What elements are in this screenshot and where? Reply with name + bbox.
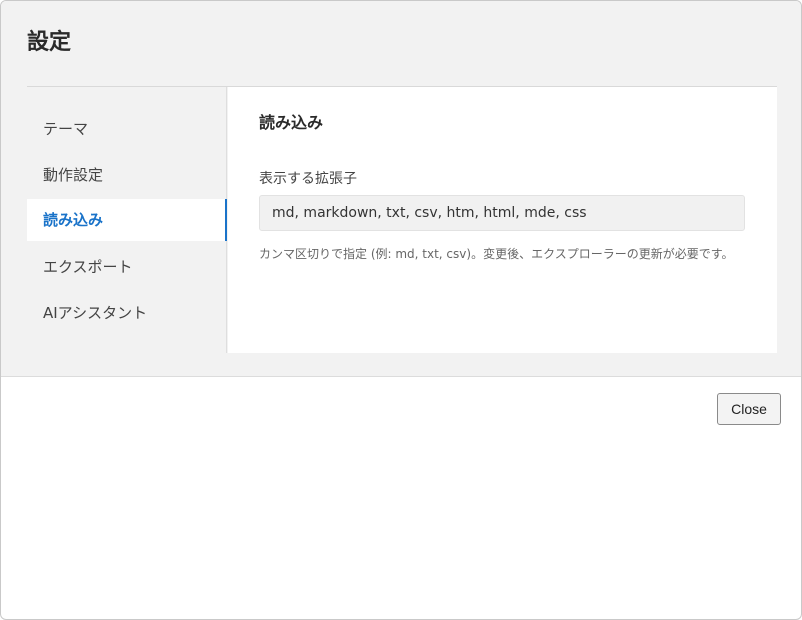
extensions-label: 表示する拡張子 (259, 171, 357, 187)
settings-panel: 読み込み 表示する拡張子 カンマ区切りで指定 (例: md, txt, csv)… (228, 87, 777, 353)
sidebar-item-import[interactable]: 読み込み (27, 199, 227, 241)
settings-dialog: 設定 テーマ 動作設定 読み込み エクスポート AIアシスタント 読み込み 表示… (0, 0, 802, 620)
sidebar-item-export[interactable]: エクスポート (27, 246, 226, 288)
extensions-help-text: カンマ区切りで指定 (例: md, txt, csv)。変更後、エクスプローラー… (259, 247, 734, 261)
close-button[interactable]: Close (717, 393, 781, 425)
section-title: 読み込み (259, 113, 324, 132)
dialog-title: 設定 (27, 30, 72, 55)
sidebar-item-theme[interactable]: テーマ (27, 108, 226, 150)
sidebar-item-ai-assistant[interactable]: AIアシスタント (27, 292, 226, 334)
extensions-input[interactable] (259, 195, 745, 231)
settings-body: 設定 テーマ 動作設定 読み込み エクスポート AIアシスタント 読み込み 表示… (1, 1, 801, 377)
sidebar-item-behavior[interactable]: 動作設定 (27, 154, 226, 196)
settings-sidebar: テーマ 動作設定 読み込み エクスポート AIアシスタント (27, 87, 227, 353)
